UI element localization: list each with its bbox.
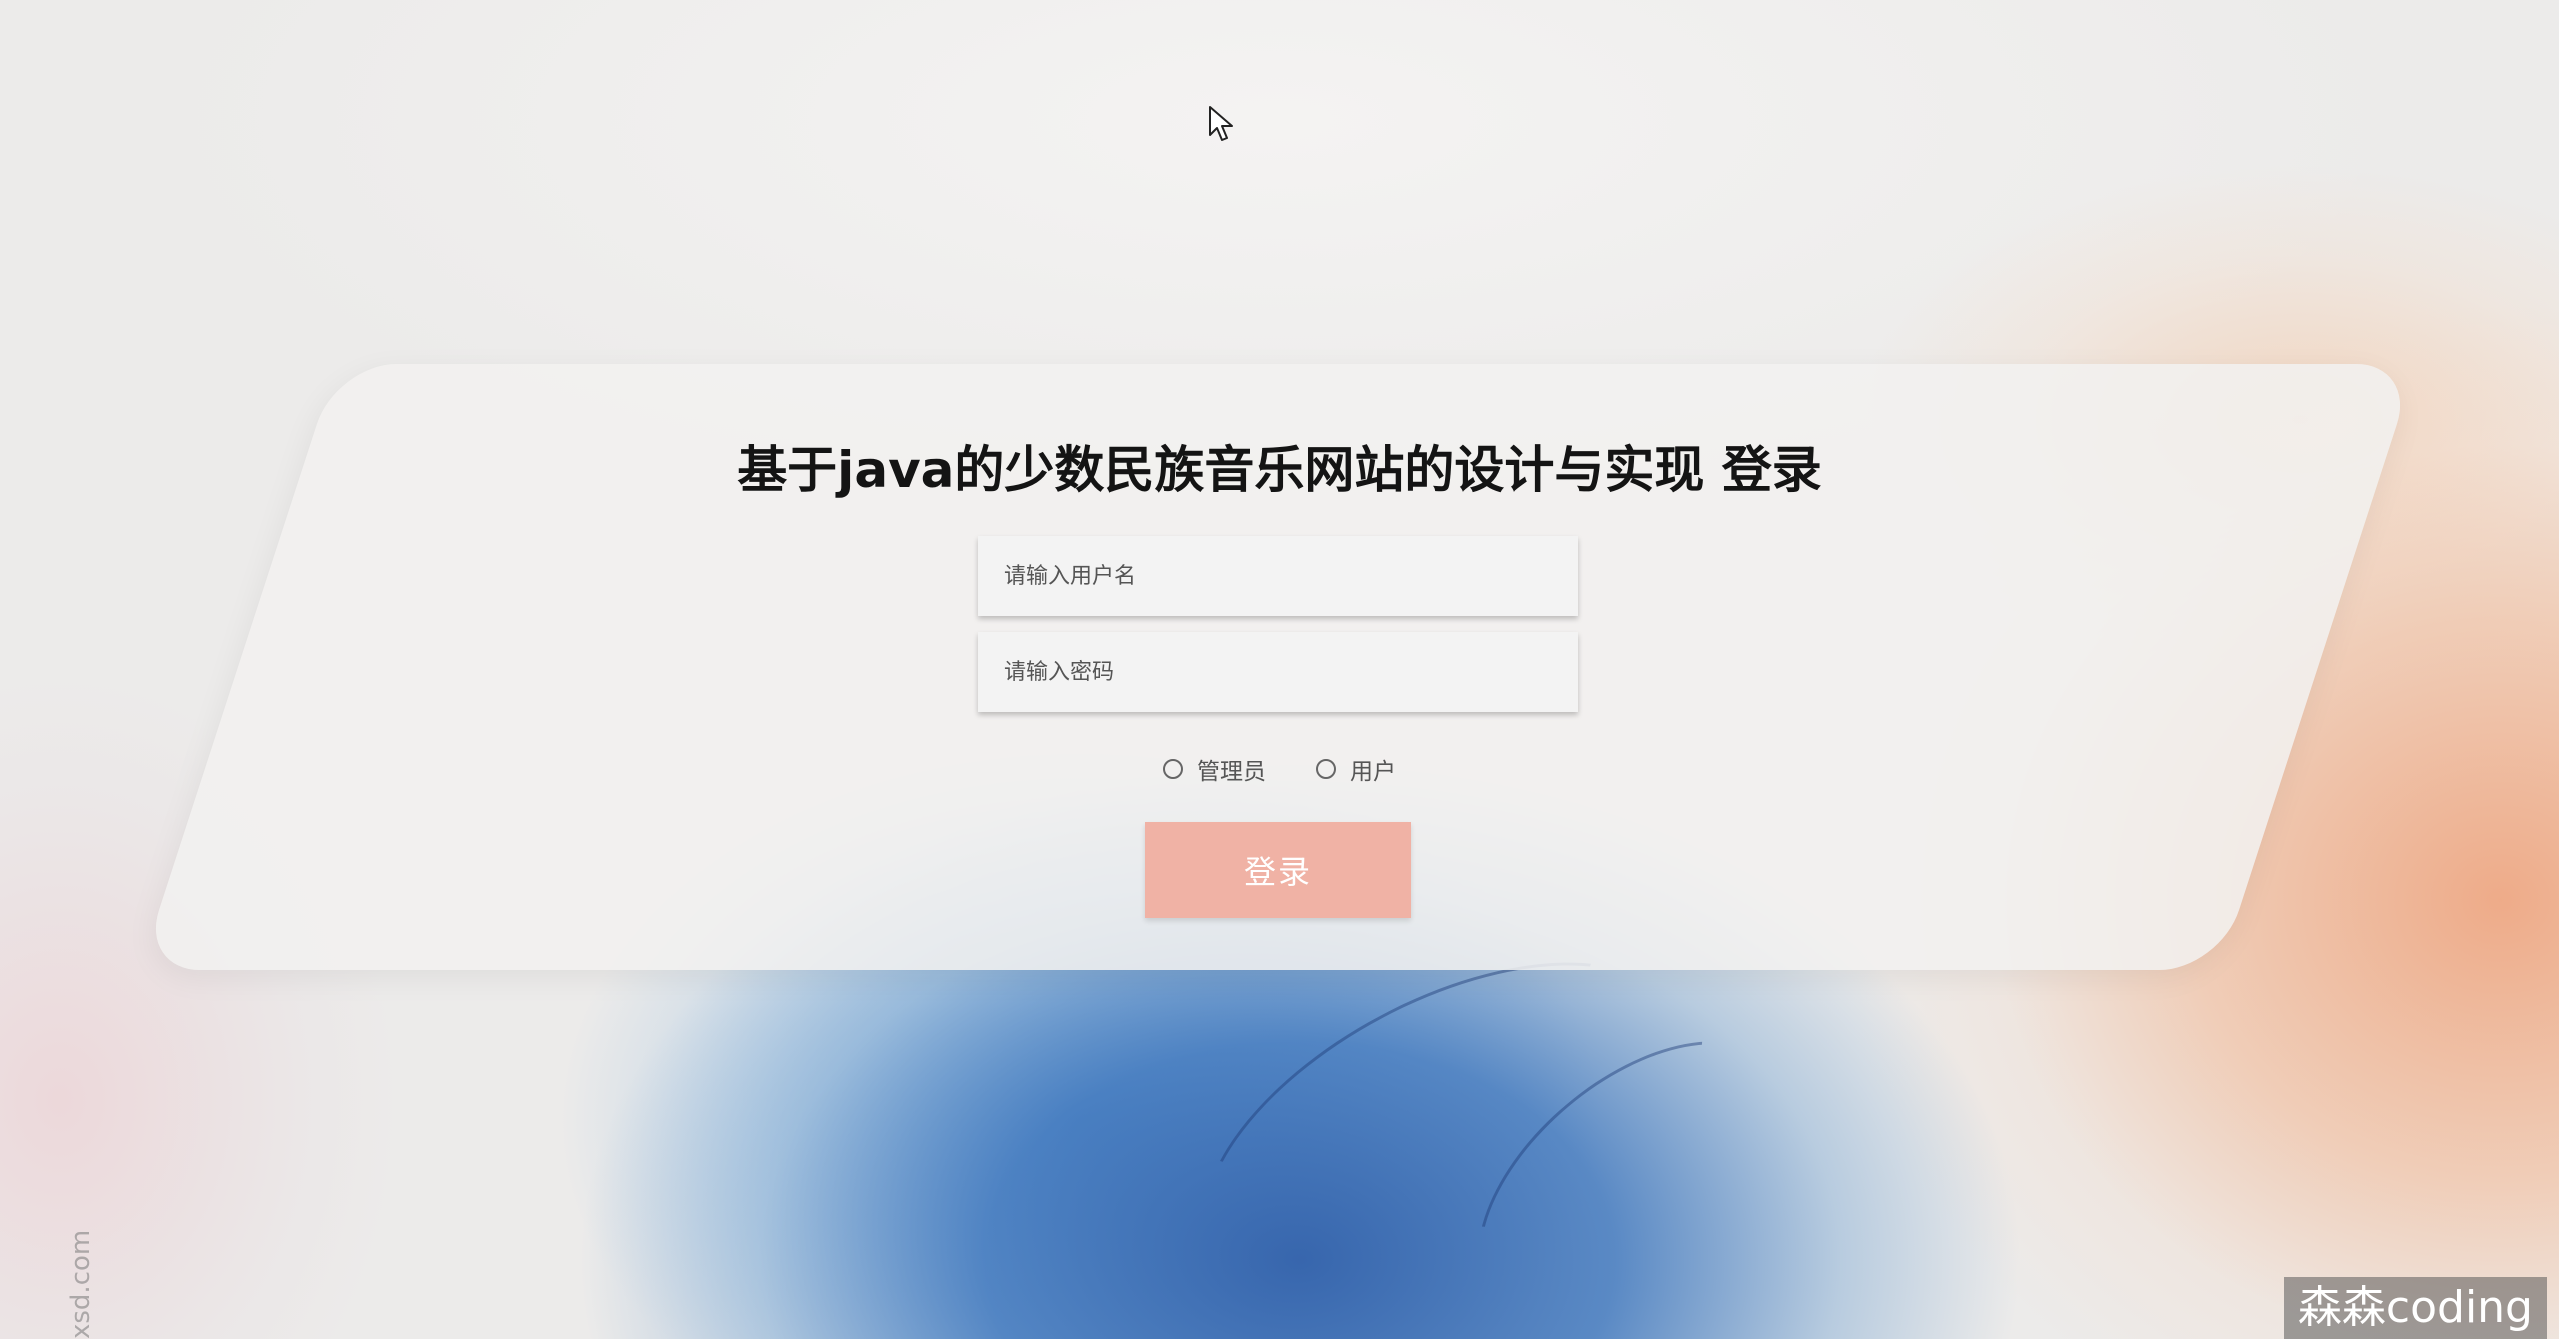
mouse-cursor-icon: [1209, 106, 1233, 141]
role-radio-group: 管理员 用户: [0, 752, 2559, 786]
page-title: 基于java的少数民族音乐网站的设计与实现 登录: [737, 441, 1822, 499]
login-button[interactable]: 登录: [1145, 822, 1411, 918]
radio-button-icon[interactable]: [1163, 759, 1183, 779]
password-input[interactable]: [978, 632, 1578, 712]
watermark: 森森coding: [2283, 1277, 2547, 1339]
role-option-label: 用户: [1350, 759, 1396, 785]
role-option-label: 管理员: [1197, 759, 1266, 785]
username-input[interactable]: [978, 536, 1578, 616]
login-form: 基于java的少数民族音乐网站的设计与实现 登录 管理员 用户 登录: [0, 364, 2559, 970]
role-option-admin[interactable]: 管理员: [1163, 752, 1266, 786]
radio-button-icon[interactable]: [1316, 759, 1336, 779]
side-watermark: xsd.com: [66, 1229, 96, 1339]
role-option-user[interactable]: 用户: [1316, 752, 1396, 786]
login-page: 基于java的少数民族音乐网站的设计与实现 登录 管理员 用户 登录 xsd.c…: [0, 0, 2559, 1339]
